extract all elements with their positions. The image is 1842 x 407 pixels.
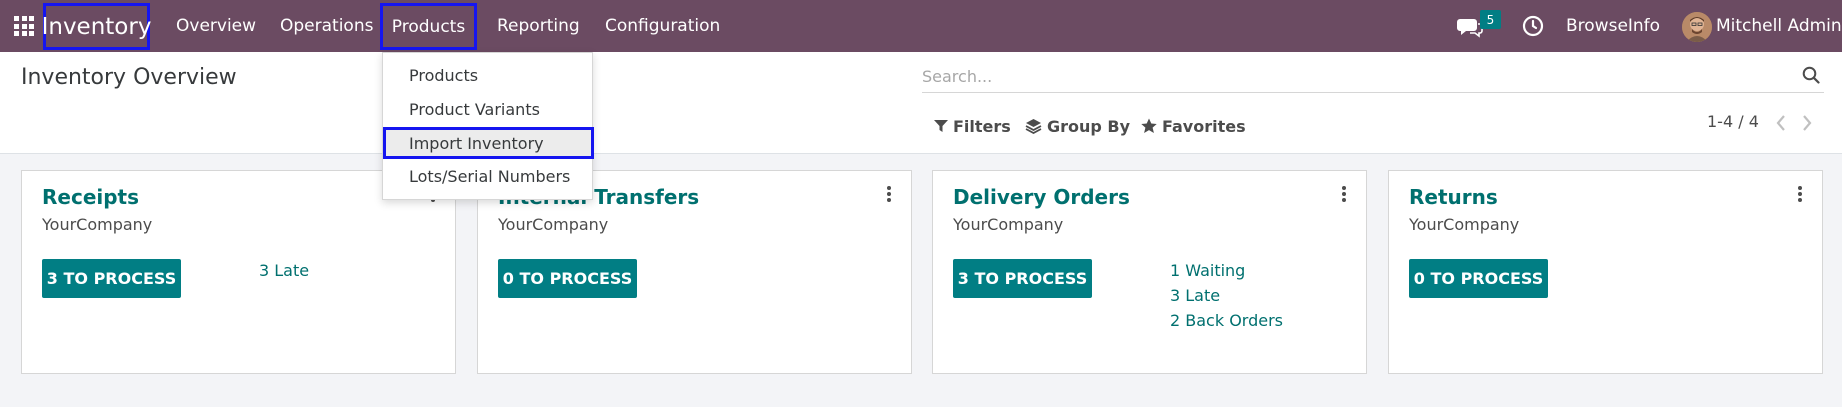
avatar[interactable] — [1682, 12, 1712, 42]
group-by-button[interactable]: Group By — [1025, 111, 1130, 141]
clock-icon[interactable] — [1522, 15, 1544, 37]
to-process-button[interactable]: 0 TO PROCESS — [498, 259, 637, 298]
apps-grid-icon[interactable] — [14, 16, 34, 36]
menu-reporting[interactable]: Reporting — [497, 0, 580, 52]
card-title[interactable]: Returns — [1409, 185, 1498, 209]
kebab-menu-icon[interactable] — [887, 186, 891, 202]
card-returns: Returns YourCompany 0 TO PROCESS — [1388, 170, 1823, 374]
chevron-left-icon[interactable] — [1774, 114, 1788, 132]
favorites-label: Favorites — [1162, 116, 1246, 136]
card-company: YourCompany — [953, 215, 1064, 234]
search-input[interactable] — [922, 64, 1782, 88]
favorites-button[interactable]: Favorites — [1141, 111, 1246, 141]
card-internal-transfers: Internal Transfers YourCompany 0 TO PROC… — [477, 170, 912, 374]
to-process-button[interactable]: 3 TO PROCESS — [42, 259, 181, 298]
card-company: YourCompany — [1409, 215, 1520, 234]
chat-count-badge: 5 — [1480, 10, 1501, 29]
search-icon[interactable] — [1802, 66, 1820, 84]
page-title: Inventory Overview — [21, 65, 237, 90]
back-orders-link[interactable]: 2 Back Orders — [1170, 311, 1283, 330]
menu-operations[interactable]: Operations — [280, 0, 373, 52]
products-dropdown-menu: Products Product Variants Import Invento… — [382, 52, 594, 200]
user-menu[interactable]: Mitchell Admin — [1716, 0, 1842, 52]
star-icon — [1141, 118, 1157, 133]
group-by-label: Group By — [1047, 116, 1131, 136]
filter-icon — [934, 120, 948, 132]
card-company: YourCompany — [42, 215, 153, 234]
top-navbar: Inventory Overview Operations Products R… — [0, 0, 1842, 52]
menu-overview[interactable]: Overview — [176, 0, 256, 52]
kebab-menu-icon[interactable] — [1798, 186, 1802, 202]
dropdown-item-import-inventory[interactable]: Import Inventory — [383, 127, 594, 159]
waiting-link[interactable]: 1 Waiting — [1170, 261, 1245, 280]
to-process-button[interactable]: 3 TO PROCESS — [953, 259, 1092, 298]
search-box — [922, 60, 1824, 93]
dropdown-item-product-variants[interactable]: Product Variants — [383, 94, 592, 125]
card-title[interactable]: Delivery Orders — [953, 185, 1130, 209]
to-process-button[interactable]: 0 TO PROCESS — [1409, 259, 1548, 298]
late-link[interactable]: 3 Late — [1170, 286, 1220, 305]
chevron-right-icon[interactable] — [1800, 114, 1814, 132]
app-brand[interactable]: Inventory — [42, 3, 151, 50]
layers-icon — [1025, 119, 1042, 134]
company-switcher[interactable]: BrowseInfo — [1566, 0, 1660, 52]
card-company: YourCompany — [498, 215, 609, 234]
menu-configuration[interactable]: Configuration — [605, 0, 720, 52]
late-link[interactable]: 3 Late — [259, 261, 309, 280]
filters-label: Filters — [953, 116, 1011, 136]
filters-button[interactable]: Filters — [934, 111, 1011, 141]
kebab-menu-icon[interactable] — [1342, 186, 1346, 202]
menu-products[interactable]: Products — [380, 3, 477, 50]
card-receipts: Receipts YourCompany 3 TO PROCESS 3 Late — [21, 170, 456, 374]
dropdown-item-lots-serial-numbers[interactable]: Lots/Serial Numbers — [383, 161, 592, 192]
control-panel: Inventory Overview Filters Group By Favo… — [0, 52, 1842, 154]
card-delivery-orders: Delivery Orders YourCompany 3 TO PROCESS… — [932, 170, 1367, 374]
card-title[interactable]: Receipts — [42, 185, 139, 209]
dropdown-item-products[interactable]: Products — [383, 60, 592, 91]
pager-value[interactable]: 1-4 / 4 — [1707, 112, 1759, 131]
